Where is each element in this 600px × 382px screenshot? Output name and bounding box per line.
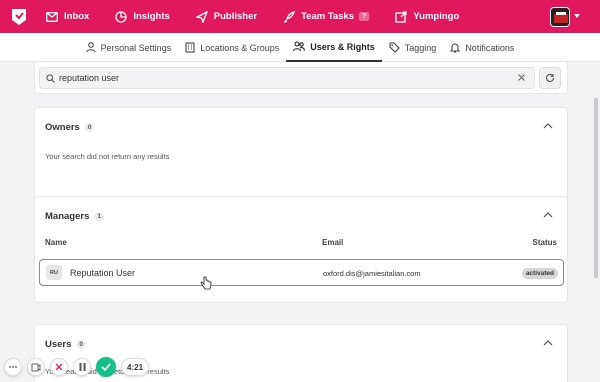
search-card: [34, 62, 568, 94]
refresh-button[interactable]: [539, 67, 561, 89]
pause-icon: [79, 363, 85, 371]
search-icon: [46, 73, 55, 83]
settings-tabs: Personal Settings Locations & Groups Use…: [0, 33, 600, 62]
chevron-up-icon[interactable]: [543, 212, 553, 218]
scrollbar[interactable]: [594, 98, 598, 278]
nav-item-label: Yumpingo: [413, 11, 460, 22]
finish-recording-button[interactable]: [96, 357, 116, 377]
rocket-icon: [283, 10, 296, 23]
tab-users-rights[interactable]: Users & Rights: [286, 33, 382, 62]
building-icon: [185, 42, 195, 53]
section-header: Owners 0: [45, 122, 95, 133]
app-logo-icon[interactable]: [8, 6, 30, 28]
column-header-name: Name: [45, 238, 67, 247]
check-icon: [101, 363, 111, 371]
external-link-icon: [395, 10, 407, 23]
chevron-up-icon[interactable]: [543, 340, 553, 346]
section-title: Owners: [45, 122, 80, 133]
search-input[interactable]: [59, 73, 499, 83]
chevron-up-icon[interactable]: [543, 123, 553, 129]
nav-item-label: Team Tasks: [301, 11, 355, 22]
user-email: oxford.dis@jamiesitalian.com: [323, 269, 421, 278]
nav-item-publisher[interactable]: Publisher: [195, 10, 258, 23]
nav-item-team-tasks[interactable]: Team Tasks ?: [283, 10, 370, 23]
tab-notifications[interactable]: Notifications: [443, 33, 521, 62]
help-badge[interactable]: ?: [359, 12, 370, 21]
managers-section: Managers 1 Name Email Status RU Reputati…: [34, 196, 568, 303]
mail-icon: [46, 11, 58, 22]
tab-label: Tagging: [404, 42, 437, 53]
column-header-email: Email: [322, 238, 344, 247]
camera-toggle-button[interactable]: [27, 358, 45, 376]
nav-item-insights[interactable]: Insights: [115, 10, 170, 23]
bell-icon: [450, 43, 461, 53]
close-icon: [55, 363, 63, 371]
tab-label: Users & Rights: [310, 41, 375, 52]
count-badge: 0: [84, 123, 95, 132]
tab-label: Notifications: [465, 42, 515, 53]
pause-button[interactable]: [73, 358, 91, 376]
nav-item-inbox[interactable]: Inbox: [46, 11, 89, 22]
camera-off-icon: [31, 363, 41, 371]
refresh-icon: [546, 73, 555, 82]
nav-item-label: Insights: [133, 11, 170, 22]
screen-recorder-toolbar: 4:21: [4, 356, 150, 378]
section-title: Users: [45, 339, 72, 350]
tab-label: Locations & Groups: [200, 42, 280, 53]
tab-personal-settings[interactable]: Personal Settings: [79, 33, 179, 62]
section-title: Managers: [45, 211, 90, 222]
tab-label: Personal Settings: [100, 42, 172, 53]
tab-locations-groups[interactable]: Locations & Groups: [178, 33, 286, 62]
ellipsis-icon: [9, 366, 17, 368]
count-badge: 0: [76, 340, 87, 349]
users-icon: [293, 41, 306, 52]
tag-icon: [389, 42, 400, 53]
table-row[interactable]: RU Reputation User oxford.dis@jamiesital…: [39, 259, 564, 286]
status-badge: activated: [521, 268, 558, 279]
tab-tagging[interactable]: Tagging: [382, 33, 444, 62]
more-button[interactable]: [4, 358, 22, 376]
user-avatar[interactable]: [550, 7, 570, 27]
discard-button[interactable]: [50, 358, 68, 376]
person-icon: [86, 42, 96, 53]
section-header: Users 0: [45, 339, 87, 350]
send-icon: [195, 10, 208, 23]
count-badge: 1: [94, 212, 104, 221]
empty-message: Your search did not return any results: [45, 152, 170, 161]
nav-item-label: Inbox: [64, 11, 90, 22]
close-icon[interactable]: [517, 73, 526, 82]
chevron-down-icon[interactable]: [574, 14, 580, 18]
recording-timer: 4:21: [121, 358, 150, 376]
nav-item-yumpingo[interactable]: Yumpingo: [395, 10, 460, 23]
top-navigation-bar: Inbox Insights Publisher Team Tasks ? Yu…: [0, 0, 600, 33]
pie-chart-icon: [115, 10, 127, 23]
nav-item-label: Publisher: [213, 11, 258, 22]
section-header: Managers 1: [45, 211, 104, 222]
search-field[interactable]: [39, 67, 535, 89]
column-header-status: Status: [532, 238, 557, 247]
hand-cursor-icon: [200, 276, 212, 290]
avatar: RU: [46, 265, 62, 280]
user-name: Reputation User: [70, 268, 136, 278]
